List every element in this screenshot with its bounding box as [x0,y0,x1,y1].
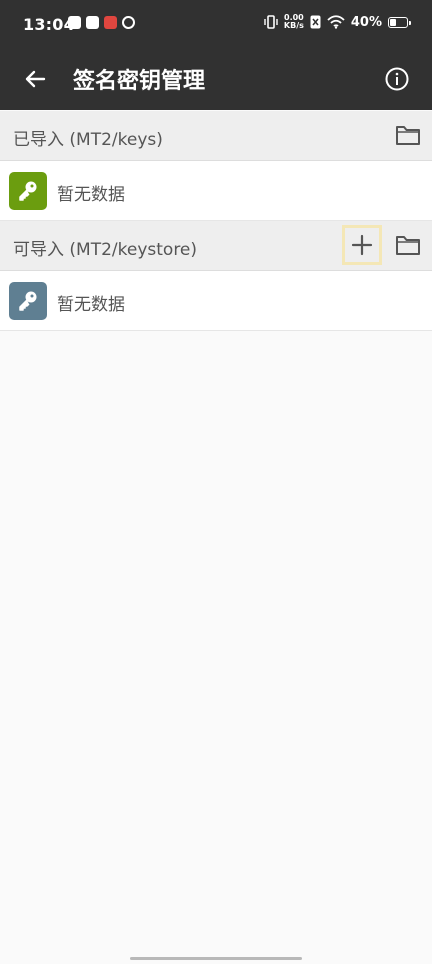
section-header-importable: 可导入 (MT2/keystore) [0,221,432,271]
open-folder-button-imported[interactable] [388,115,428,155]
page-title: 签名密钥管理 [73,69,206,94]
key-icon [19,181,37,201]
section-title-imported: 已导入 (MT2/keys) [13,130,163,150]
vibrate-icon [264,15,278,29]
toolbar: 签名密钥管理 [0,50,432,110]
section-title-importable: 可导入 (MT2/keystore) [13,240,198,260]
baidu-app-icon [68,16,81,29]
info-icon [385,67,409,91]
folder-icon [396,126,420,145]
battery-percent: 40% [350,14,382,30]
info-button[interactable] [376,58,418,100]
battery-icon [388,16,411,28]
list-item-imported-empty: 暂无数据 [0,161,432,221]
empty-content-area [0,332,432,964]
key-badge-importable [9,282,47,320]
plus-icon [351,234,373,256]
wifi-icon [327,15,345,29]
add-key-button[interactable] [342,225,382,265]
red-app-icon [104,16,117,29]
status-right-group: 0.00 KB/s 40% [264,14,411,30]
tiktok-app-icon [86,16,99,29]
key-icon [19,291,37,311]
sim-x-icon [310,15,321,29]
net-speed: 0.00 KB/s [284,14,304,30]
status-bar: 13:04 0.00 KB/s 40% [0,0,432,50]
empty-text-importable: 暂无数据 [57,295,125,315]
home-indicator[interactable] [130,957,302,960]
circle-app-icon [122,16,135,29]
key-badge-imported [9,172,47,210]
section-header-imported: 已导入 (MT2/keys) [0,111,432,161]
empty-text-imported: 暂无数据 [57,185,125,205]
net-speed-unit: KB/s [283,21,304,30]
list-item-importable-empty: 暂无数据 [0,271,432,331]
folder-icon [396,236,420,255]
back-arrow-icon [25,70,46,88]
status-app-icons [68,16,135,29]
app-header: 13:04 0.00 KB/s 40% 签名密钥管理 [0,0,432,110]
back-button[interactable] [14,58,56,100]
open-folder-button-importable[interactable] [388,225,428,265]
